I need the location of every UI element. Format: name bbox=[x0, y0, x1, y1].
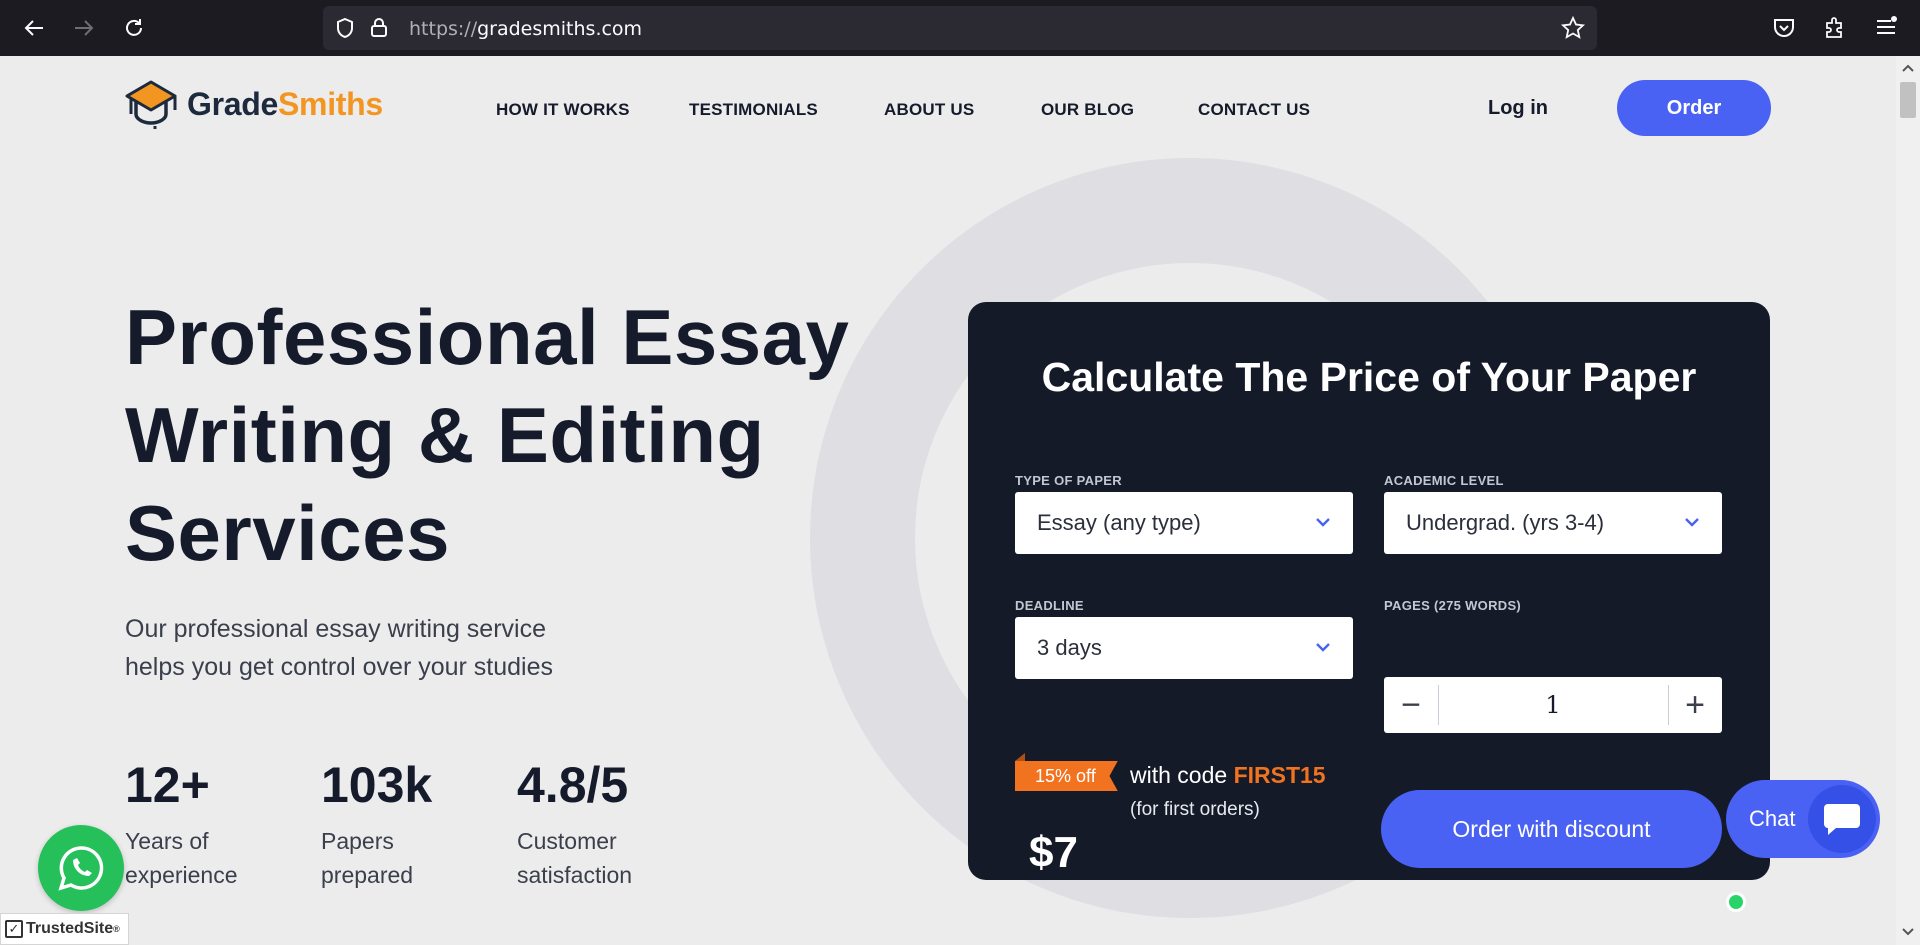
browser-toolbar: https://gradesmiths.com bbox=[0, 0, 1920, 56]
promo-code-note: (for first orders) bbox=[1130, 799, 1260, 820]
pages-input[interactable]: 1 bbox=[1438, 677, 1668, 733]
trustedsite-label: TrustedSite bbox=[26, 920, 114, 937]
discount-badge: 15% off bbox=[1015, 753, 1118, 791]
web-page: GradeSmiths HOW IT WORKS TESTIMONIALS AB… bbox=[0, 56, 1896, 945]
nav-how-it-works[interactable]: HOW IT WORKS bbox=[496, 100, 630, 120]
url-bar[interactable]: https://gradesmiths.com bbox=[323, 6, 1597, 50]
nav-about-us[interactable]: ABOUT US bbox=[884, 100, 974, 120]
academic-level-select[interactable]: Undergrad. (yrs 3-4) bbox=[1384, 492, 1722, 554]
type-of-paper-select[interactable]: Essay (any type) bbox=[1015, 492, 1353, 554]
scrollbar-thumb[interactable] bbox=[1900, 82, 1916, 118]
stat-label-line: Years of bbox=[125, 828, 209, 854]
order-button[interactable]: Order bbox=[1617, 80, 1771, 136]
promo-code-text: with code FIRST15 bbox=[1130, 762, 1326, 789]
pages-decrement-button[interactable]: − bbox=[1384, 677, 1438, 733]
hero-title: Professional Essay Writing & Editing Ser… bbox=[125, 288, 885, 582]
reload-button[interactable] bbox=[118, 12, 150, 44]
url-scheme: https:// bbox=[409, 18, 478, 40]
stat-label-line: prepared bbox=[321, 862, 414, 888]
pocket-icon[interactable] bbox=[1772, 16, 1796, 40]
login-link[interactable]: Log in bbox=[1488, 97, 1548, 120]
discount-badge-text: 15% off bbox=[1015, 761, 1118, 791]
whatsapp-button[interactable] bbox=[38, 825, 124, 911]
site-logo[interactable]: GradeSmiths bbox=[125, 78, 383, 130]
trustedsite-badge[interactable]: ✓ TrustedSite ® bbox=[0, 913, 129, 945]
stat-label-line: experience bbox=[125, 862, 238, 888]
url-host: gradesmiths.com bbox=[477, 18, 643, 40]
hero-subtitle: Our professional essay writing service h… bbox=[125, 610, 645, 686]
price-calculator: Calculate The Price of Your Paper TYPE O… bbox=[968, 302, 1770, 880]
nav-contact-us[interactable]: CONTACT US bbox=[1198, 100, 1310, 120]
deadline-value: 3 days bbox=[1037, 635, 1102, 660]
hero-subtitle-line: Our professional essay writing service bbox=[125, 615, 546, 643]
stat-label-line: Customer bbox=[517, 828, 617, 854]
chevron-down-icon bbox=[1316, 518, 1330, 527]
chat-label: Chat bbox=[1749, 806, 1796, 831]
check-icon: ✓ bbox=[5, 920, 23, 938]
registered-mark: ® bbox=[113, 924, 120, 934]
page-scrollbar[interactable] bbox=[1896, 56, 1920, 945]
chat-bubble-icon bbox=[1824, 804, 1860, 835]
chevron-down-icon bbox=[1316, 643, 1330, 652]
stat-label-line: Papers bbox=[321, 828, 394, 854]
menu-icon[interactable] bbox=[1874, 15, 1898, 39]
hero-title-line: Professional Essay bbox=[125, 293, 850, 381]
calculator-title: Calculate The Price of Your Paper bbox=[1041, 354, 1697, 400]
type-of-paper-label: TYPE OF PAPER bbox=[1015, 473, 1122, 488]
extensions-icon[interactable] bbox=[1823, 15, 1847, 41]
price-value: $7 bbox=[1029, 828, 1078, 877]
stat-experience: 12+ Years of experience bbox=[125, 756, 238, 892]
nav-testimonials[interactable]: TESTIMONIALS bbox=[689, 100, 818, 120]
promo-code-prefix: with code bbox=[1130, 762, 1234, 788]
order-with-discount-button[interactable]: Order with discount bbox=[1381, 790, 1722, 868]
chat-widget-button[interactable]: Chat bbox=[1726, 780, 1880, 858]
logo-text-smiths: Smiths bbox=[278, 85, 383, 122]
stat-satisfaction: 4.8/5 Customer satisfaction bbox=[517, 756, 632, 892]
deadline-select[interactable]: 3 days bbox=[1015, 617, 1353, 679]
stat-papers: 103k Papers prepared bbox=[321, 756, 432, 892]
stat-label-line: satisfaction bbox=[517, 862, 633, 888]
shield-icon[interactable] bbox=[335, 17, 355, 39]
online-status-dot bbox=[1726, 892, 1746, 912]
reload-icon bbox=[126, 19, 142, 36]
bookmark-star-icon[interactable] bbox=[1561, 16, 1585, 40]
scroll-up-icon[interactable] bbox=[1896, 58, 1920, 78]
stat-value: 4.8/5 bbox=[517, 757, 629, 813]
stat-value: 103k bbox=[321, 757, 433, 813]
hero-subtitle-line: helps you get control over your studies bbox=[125, 653, 554, 681]
promo-code: FIRST15 bbox=[1233, 762, 1326, 788]
back-button[interactable] bbox=[18, 12, 50, 44]
chat-bubble-icon-wrap bbox=[1808, 785, 1876, 853]
logo-wordmark: GradeSmiths bbox=[187, 86, 383, 123]
lock-icon[interactable] bbox=[369, 16, 389, 38]
whatsapp-icon bbox=[58, 846, 104, 891]
graduation-cap-icon bbox=[125, 80, 177, 129]
nav-our-blog[interactable]: OUR BLOG bbox=[1041, 100, 1134, 120]
type-of-paper-value: Essay (any type) bbox=[1037, 510, 1201, 535]
chevron-down-icon bbox=[1685, 518, 1699, 527]
pages-stepper: − 1 + bbox=[1384, 677, 1722, 733]
ribbon-fold bbox=[1015, 753, 1025, 761]
academic-level-value: Undergrad. (yrs 3-4) bbox=[1406, 510, 1605, 535]
url-text: https://gradesmiths.com bbox=[409, 18, 642, 40]
stat-label: Papers prepared bbox=[321, 824, 432, 892]
hero-title-line: Writing & Editing bbox=[125, 391, 765, 479]
deadline-label: DEADLINE bbox=[1015, 598, 1084, 613]
stat-label: Years of experience bbox=[125, 824, 238, 892]
pages-label: PAGES (275 WORDS) bbox=[1384, 598, 1522, 613]
stat-value: 12+ bbox=[125, 757, 210, 813]
academic-level-label: ACADEMIC LEVEL bbox=[1384, 473, 1504, 488]
arrow-right-icon bbox=[75, 20, 94, 36]
logo-text-grade: Grade bbox=[187, 85, 278, 122]
scroll-down-icon[interactable] bbox=[1896, 922, 1920, 942]
pages-increment-button[interactable]: + bbox=[1668, 677, 1722, 733]
forward-button[interactable] bbox=[68, 12, 100, 44]
hero-title-line: Services bbox=[125, 489, 450, 577]
stat-label: Customer satisfaction bbox=[517, 824, 632, 892]
arrow-left-icon bbox=[24, 20, 43, 36]
